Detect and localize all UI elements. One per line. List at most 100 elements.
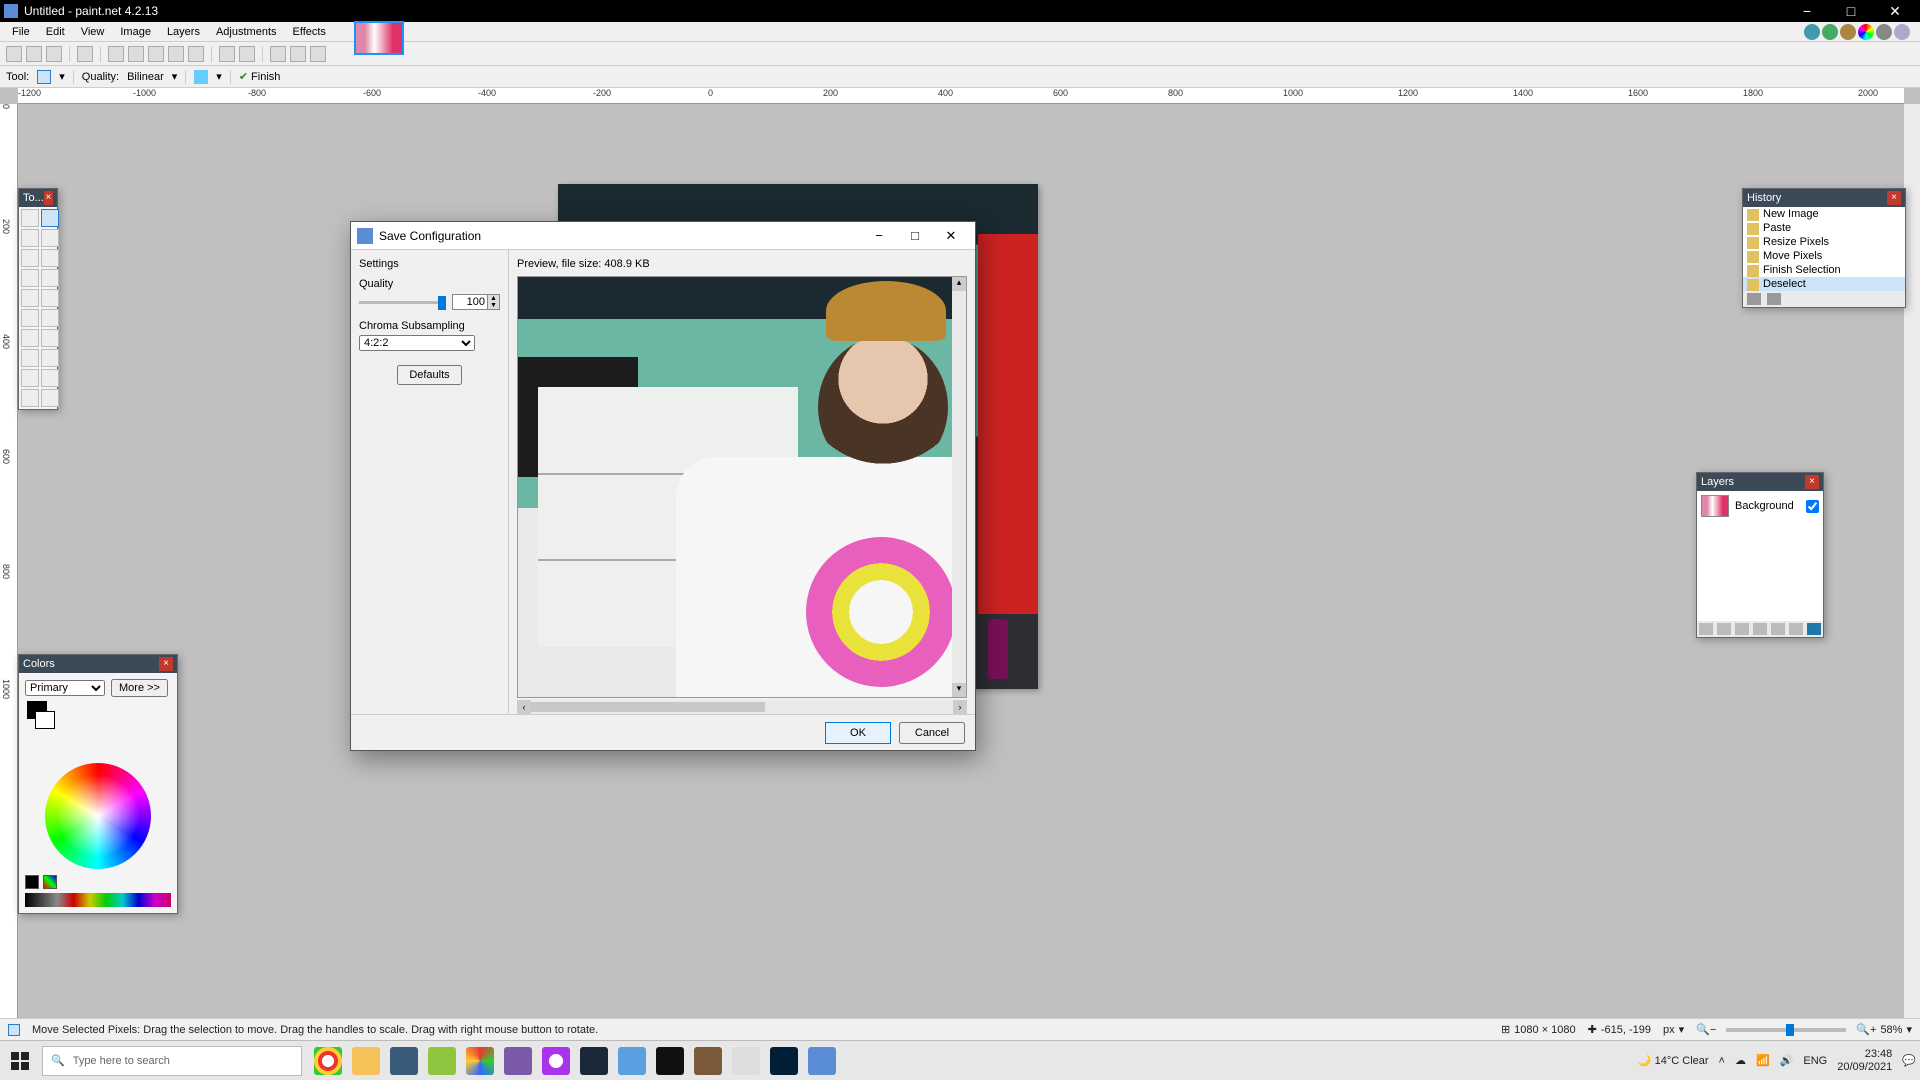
preview-scroll-thumb[interactable] (531, 702, 765, 712)
history-item[interactable]: New Image (1743, 207, 1905, 221)
tool-button[interactable] (21, 309, 39, 327)
colors-more-button[interactable]: More >> (111, 679, 168, 697)
chroma-select[interactable]: 4:2:2 (359, 335, 475, 351)
tool-button[interactable] (41, 389, 59, 407)
cancel-button[interactable]: Cancel (899, 722, 965, 744)
taskbar-app-chrome[interactable] (314, 1047, 342, 1075)
taskbar-app-notepadpp[interactable] (390, 1047, 418, 1075)
colors-panel-close-button[interactable]: × (159, 657, 173, 671)
taskbar-app-cube[interactable] (504, 1047, 532, 1075)
help-icon[interactable] (1894, 24, 1910, 40)
open-icon[interactable] (26, 46, 42, 62)
history-item[interactable]: Resize Pixels (1743, 235, 1905, 249)
taskbar-app-paintnet[interactable] (808, 1047, 836, 1075)
history-item[interactable]: Move Pixels (1743, 249, 1905, 263)
preview-scroll-up-icon[interactable]: ▴ (952, 277, 966, 291)
status-unit[interactable]: px (1663, 1024, 1675, 1036)
dialog-maximize-button[interactable]: □ (897, 228, 933, 244)
redo-icon[interactable] (239, 46, 255, 62)
tool-dropdown-icon[interactable]: ▾ (59, 70, 65, 83)
history-panel-close-button[interactable]: × (1887, 191, 1901, 205)
history-item[interactable]: Deselect (1743, 277, 1905, 291)
tool-button[interactable] (21, 389, 39, 407)
color-wheel[interactable] (45, 763, 151, 869)
color-mode-select[interactable]: Primary (25, 680, 105, 696)
layer-duplicate-icon[interactable] (1735, 623, 1749, 635)
quality-spin-down[interactable]: ▼ (487, 302, 499, 309)
menu-view[interactable]: View (73, 24, 113, 40)
menu-effects[interactable]: Effects (285, 24, 334, 40)
deselect-icon[interactable] (188, 46, 204, 62)
zoom-out-icon[interactable]: 🔍− (1696, 1023, 1716, 1036)
cut-icon[interactable] (108, 46, 124, 62)
taskbar-app-generic[interactable] (618, 1047, 646, 1075)
taskbar-app-slack[interactable] (466, 1047, 494, 1075)
tool-button[interactable] (21, 369, 39, 387)
taskbar-app-steam[interactable] (580, 1047, 608, 1075)
current-tool-icon[interactable] (37, 70, 51, 84)
quality-spin-up[interactable]: ▲ (487, 295, 499, 302)
taskbar-app-explorer[interactable] (352, 1047, 380, 1075)
save-icon[interactable] (46, 46, 62, 62)
taskbar-app-epic[interactable] (656, 1047, 684, 1075)
palette-swap-icon[interactable] (25, 875, 39, 889)
tool-button[interactable] (21, 229, 39, 247)
tool-button[interactable] (41, 249, 59, 267)
quality-slider[interactable] (359, 301, 446, 304)
colors-toggle-icon[interactable] (1858, 24, 1874, 40)
secondary-color-swatch[interactable] (35, 711, 55, 729)
tools-panel-close-button[interactable]: × (44, 191, 53, 205)
tray-wifi-icon[interactable]: 📶 (1756, 1054, 1770, 1067)
layers-toggle-icon[interactable] (1840, 24, 1856, 40)
workspace-scrollbar-vertical[interactable] (1904, 104, 1920, 1030)
window-close-button[interactable]: ✕ (1878, 3, 1912, 20)
crop-icon[interactable] (168, 46, 184, 62)
tool-button[interactable] (41, 329, 59, 347)
menu-file[interactable]: File (4, 24, 38, 40)
layer-row[interactable]: Background (1697, 491, 1823, 521)
tool-button[interactable] (41, 209, 59, 227)
history-item[interactable]: Finish Selection (1743, 263, 1905, 277)
taskbar-app-minecraft[interactable] (694, 1047, 722, 1075)
preview-scroll-right-icon[interactable]: › (953, 700, 967, 714)
window-minimize-button[interactable]: − (1790, 3, 1824, 20)
palette-menu-icon[interactable] (43, 875, 57, 889)
tool-button[interactable] (41, 369, 59, 387)
taskbar-search[interactable]: 🔍 Type here to search (42, 1046, 302, 1076)
history-undo-icon[interactable] (1747, 293, 1761, 305)
layer-delete-icon[interactable] (1717, 623, 1731, 635)
copy-icon[interactable] (128, 46, 144, 62)
undo-icon[interactable] (219, 46, 235, 62)
menu-adjustments[interactable]: Adjustments (208, 24, 285, 40)
tool-button[interactable] (21, 349, 39, 367)
tool-button[interactable] (21, 209, 39, 227)
menu-edit[interactable]: Edit (38, 24, 73, 40)
paste-icon[interactable] (148, 46, 164, 62)
new-icon[interactable] (6, 46, 22, 62)
start-button[interactable] (4, 1045, 36, 1077)
zoom-in-icon[interactable]: 🔍+ (1856, 1023, 1876, 1036)
preview-scroll-down-icon[interactable]: ▾ (952, 683, 966, 697)
tool-button[interactable] (41, 289, 59, 307)
tray-volume-icon[interactable]: 🔊 (1780, 1054, 1794, 1067)
tools-toggle-icon[interactable] (1804, 24, 1820, 40)
quality-input[interactable] (453, 295, 487, 309)
settings-gear-icon[interactable] (1876, 24, 1892, 40)
taskbar-app-volume[interactable] (732, 1047, 760, 1075)
pixelgrid-icon[interactable] (310, 46, 326, 62)
window-maximize-button[interactable]: □ (1834, 3, 1868, 20)
taskbar-app-photoshop[interactable] (770, 1047, 798, 1075)
tray-onedrive-icon[interactable]: ☁ (1735, 1054, 1746, 1067)
history-toggle-icon[interactable] (1822, 24, 1838, 40)
zoom-value[interactable]: 58% (1880, 1024, 1902, 1036)
layer-visibility-checkbox[interactable] (1806, 500, 1819, 513)
layer-add-icon[interactable] (1699, 623, 1713, 635)
color-palette-strip[interactable] (25, 893, 171, 907)
quality-dropdown-icon[interactable]: ▾ (172, 70, 178, 83)
preview-scrollbar-horizontal[interactable]: ‹ › (517, 700, 967, 714)
menu-image[interactable]: Image (112, 24, 159, 40)
tool-button[interactable] (41, 309, 59, 327)
defaults-button[interactable]: Defaults (397, 365, 461, 385)
tool-button[interactable] (21, 289, 39, 307)
finish-button[interactable]: ✔Finish (239, 70, 281, 83)
